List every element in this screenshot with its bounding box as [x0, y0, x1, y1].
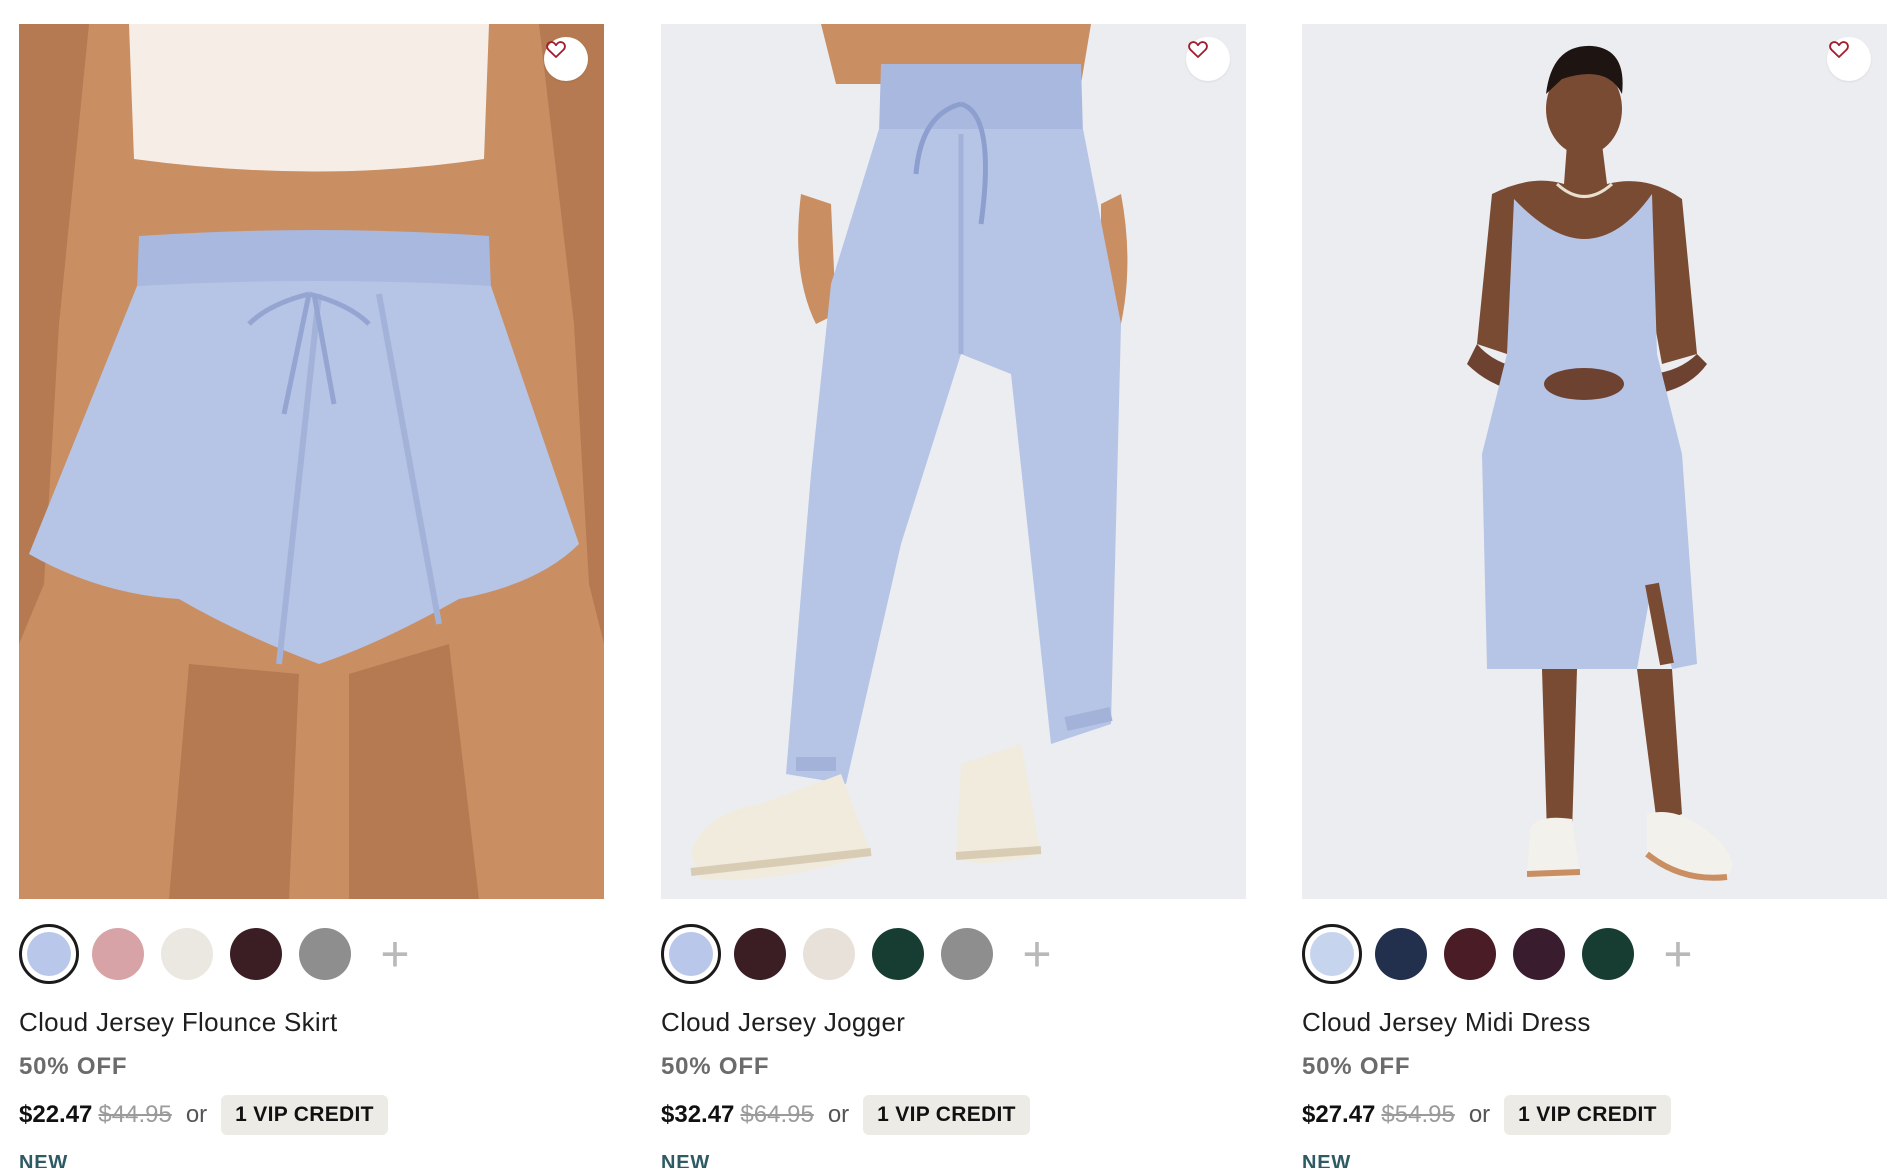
product-image-flounce-skirt[interactable]	[19, 24, 604, 899]
sale-price: $27.47	[1302, 1101, 1376, 1128]
color-swatch-3[interactable]	[799, 924, 859, 984]
midi-dress-photo	[1302, 24, 1887, 899]
product-image-jogger[interactable]	[661, 24, 1246, 899]
vip-credit-badge[interactable]: 1 VIP CREDIT	[863, 1095, 1030, 1135]
new-tag: NEW	[19, 1152, 69, 1168]
color-swatch-4[interactable]	[868, 924, 928, 984]
more-colors-plus-icon[interactable]: +	[1010, 927, 1064, 981]
new-tag: NEW	[661, 1152, 711, 1168]
original-price: $44.95	[98, 1101, 172, 1128]
discount-label: 50% OFF	[1302, 1053, 1411, 1080]
product-image-midi-dress[interactable]	[1302, 24, 1887, 899]
color-swatch-1[interactable]	[19, 924, 79, 984]
color-swatch-4[interactable]	[226, 924, 286, 984]
new-tag: NEW	[1302, 1152, 1352, 1168]
color-swatch-5[interactable]	[1578, 924, 1638, 984]
color-swatch-1[interactable]	[1302, 924, 1362, 984]
original-price: $54.95	[1381, 1101, 1455, 1128]
color-swatch-3[interactable]	[157, 924, 217, 984]
product-name[interactable]: Cloud Jersey Flounce Skirt	[19, 1007, 337, 1038]
heart-outline-icon	[1829, 41, 1849, 58]
sale-price: $32.47	[661, 1101, 735, 1128]
product-grid: + Cloud Jersey Flounce Skirt 50% OFF $22…	[19, 24, 1887, 1168]
color-swatch-2[interactable]	[730, 924, 790, 984]
price-row: $27.47 $54.95 or 1 VIP CREDIT	[1302, 1095, 1671, 1135]
color-swatch-5[interactable]	[295, 924, 355, 984]
color-swatch-4[interactable]	[1509, 924, 1569, 984]
color-swatch-1[interactable]	[661, 924, 721, 984]
vip-credit-badge[interactable]: 1 VIP CREDIT	[221, 1095, 388, 1135]
product-card-midi-dress[interactable]: + Cloud Jersey Midi Dress 50% OFF $27.47…	[1302, 24, 1887, 1168]
discount-label: 50% OFF	[661, 1053, 770, 1080]
color-swatch-2[interactable]	[1371, 924, 1431, 984]
sale-price: $22.47	[19, 1101, 93, 1128]
original-price: $64.95	[740, 1101, 814, 1128]
price-row: $22.47 $44.95 or 1 VIP CREDIT	[19, 1095, 388, 1135]
flounce-skirt-photo	[19, 24, 604, 899]
discount-label: 50% OFF	[19, 1053, 128, 1080]
color-swatches: +	[1302, 922, 1705, 986]
vip-credit-badge[interactable]: 1 VIP CREDIT	[1504, 1095, 1671, 1135]
more-colors-plus-icon[interactable]: +	[1651, 927, 1705, 981]
color-swatch-5[interactable]	[937, 924, 997, 984]
color-swatch-2[interactable]	[88, 924, 148, 984]
product-card-jogger[interactable]: + Cloud Jersey Jogger 50% OFF $32.47 $64…	[661, 24, 1246, 1168]
more-colors-plus-icon[interactable]: +	[368, 927, 422, 981]
product-name[interactable]: Cloud Jersey Jogger	[661, 1007, 905, 1038]
favorite-button[interactable]	[1186, 37, 1230, 81]
color-swatches: +	[661, 922, 1064, 986]
product-card-flounce-skirt[interactable]: + Cloud Jersey Flounce Skirt 50% OFF $22…	[19, 24, 604, 1168]
or-text: or	[185, 1101, 208, 1128]
heart-outline-icon	[546, 41, 566, 58]
or-text: or	[827, 1101, 850, 1128]
favorite-button[interactable]	[544, 37, 588, 81]
heart-outline-icon	[1188, 41, 1208, 58]
price-row: $32.47 $64.95 or 1 VIP CREDIT	[661, 1095, 1030, 1135]
favorite-button[interactable]	[1827, 37, 1871, 81]
color-swatches: +	[19, 922, 422, 986]
jogger-photo	[661, 24, 1246, 899]
product-name[interactable]: Cloud Jersey Midi Dress	[1302, 1007, 1591, 1038]
color-swatch-3[interactable]	[1440, 924, 1500, 984]
or-text: or	[1468, 1101, 1491, 1128]
